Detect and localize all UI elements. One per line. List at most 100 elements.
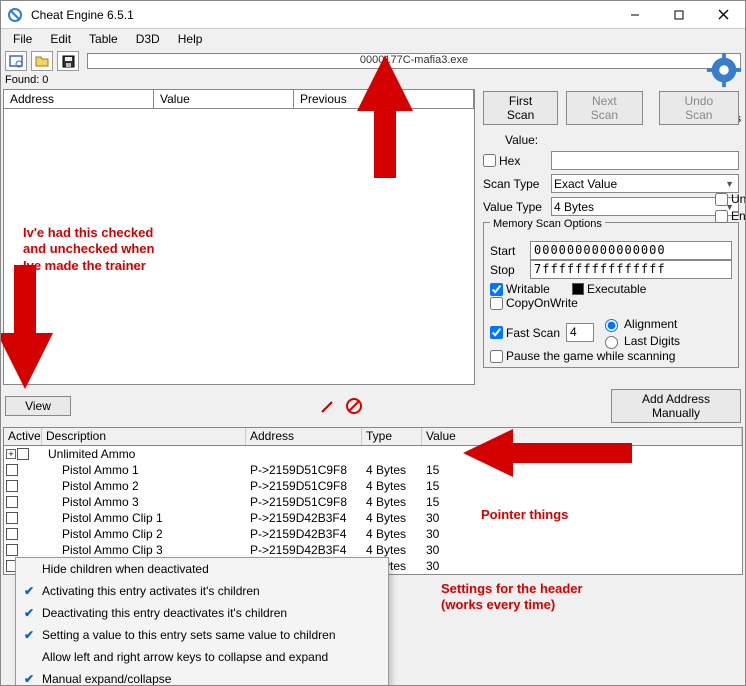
arrow-up-icon: [357, 55, 413, 111]
maximize-button[interactable]: [657, 1, 701, 29]
next-scan-button[interactable]: Next Scan: [566, 91, 642, 125]
copyonwrite-checkbox[interactable]: CopyOnWrite: [490, 296, 578, 310]
add-address-manually-button[interactable]: Add Address Manually: [611, 389, 741, 423]
context-menu-label: Manual expand/collapse: [42, 672, 388, 686]
menu-d3d[interactable]: D3D: [128, 31, 168, 47]
active-checkbox[interactable]: [6, 496, 18, 508]
mid-area: Address Value Previous First Scan Next S…: [1, 87, 745, 387]
check-icon: ✔: [16, 606, 42, 620]
titlebar: Cheat Engine 6.5.1: [1, 1, 745, 29]
lastdigits-radio[interactable]: Last Digits: [600, 333, 680, 349]
context-menu-item[interactable]: ✔Activating this entry activates it's ch…: [16, 580, 388, 602]
hex-checkbox[interactable]: Hex: [483, 154, 547, 168]
menu-table[interactable]: Table: [81, 31, 126, 47]
scan-options-pane: First Scan Next Scan Undo Scan Value: He…: [477, 87, 745, 387]
cth-desc[interactable]: Description: [42, 428, 246, 445]
scan-type-select[interactable]: Exact Value▼: [551, 174, 739, 193]
title-text: Cheat Engine 6.5.1: [29, 8, 613, 22]
cell-description: Pistol Ammo 3: [42, 495, 246, 509]
arrow-left-icon: [463, 429, 513, 477]
check-icon: ✔: [16, 672, 42, 686]
context-menu-item[interactable]: ✔Setting a value to this entry sets same…: [16, 624, 388, 646]
auto-assemble-icon[interactable]: [318, 396, 338, 416]
active-checkbox[interactable]: [6, 480, 18, 492]
no-access-icon[interactable]: [344, 396, 364, 416]
undo-scan-button[interactable]: Undo Scan: [659, 91, 739, 125]
fastscan-checkbox[interactable]: Fast Scan: [490, 326, 560, 340]
context-menu-item[interactable]: ✔Deactivating this entry deactivates it'…: [16, 602, 388, 624]
table-row[interactable]: Pistol Ammo Clip 2P->2159D42B3F44 Bytes3…: [4, 526, 742, 542]
arrow-down-icon: [0, 333, 53, 389]
menu-file[interactable]: File: [5, 31, 40, 47]
table-row[interactable]: Pistol Ammo 3P->2159D51C9F84 Bytes15: [4, 494, 742, 510]
value-type-select[interactable]: 4 Bytes▼: [551, 197, 739, 216]
context-menu-label: Setting a value to this entry sets same …: [42, 628, 388, 642]
speedhack-checkbox[interactable]: Enable Speedhack: [715, 209, 746, 223]
context-menu-item[interactable]: ✔Manual expand/collapse: [16, 668, 388, 686]
fastscan-value-input[interactable]: 4: [566, 323, 594, 342]
active-checkbox[interactable]: [6, 528, 18, 540]
open-file-button[interactable]: [31, 51, 53, 71]
unrandomizer-checkbox[interactable]: Unrandomizer: [715, 192, 746, 206]
cell-value: 30: [422, 527, 482, 541]
context-menu-label: Activating this entry activates it's chi…: [42, 584, 388, 598]
results-body[interactable]: [3, 109, 475, 385]
bottom-bar: View Add Address Manually: [1, 387, 745, 425]
cell-address: P->2159D42B3F4: [246, 543, 362, 557]
context-menu-label: Allow left and right arrow keys to colla…: [42, 650, 388, 664]
cheat-table-body[interactable]: + Unlimited AmmoPistol Ammo 1P->2159D51C9…: [4, 446, 742, 574]
cell-description: Pistol Ammo 2: [42, 479, 246, 493]
cell-description: Pistol Ammo Clip 2: [42, 527, 246, 541]
active-checkbox[interactable]: [6, 512, 18, 524]
close-button[interactable]: [701, 1, 745, 29]
active-checkbox[interactable]: [6, 544, 18, 556]
cell-value: 30: [422, 511, 482, 525]
app-window: Cheat Engine 6.5.1 File Edit Table D3D H…: [0, 0, 746, 686]
cth-addr[interactable]: Address: [246, 428, 362, 445]
cell-description: Unlimited Ammo: [42, 447, 246, 461]
alignment-radio[interactable]: Alignment: [600, 316, 680, 332]
writable-checkbox[interactable]: Writable: [490, 282, 554, 296]
cell-value: 30: [422, 543, 482, 557]
cell-value: 30: [422, 559, 482, 573]
menu-edit[interactable]: Edit: [42, 31, 79, 47]
table-row[interactable]: Pistol Ammo 1P->2159D51C9F84 Bytes15: [4, 462, 742, 478]
cell-type: 4 Bytes: [362, 543, 422, 557]
executable-checkbox[interactable]: Executable: [572, 282, 646, 296]
memory-scan-options: Memory Scan Options Start 00000000000000…: [483, 222, 739, 368]
value-input[interactable]: [551, 151, 739, 170]
cth-active[interactable]: Active: [4, 428, 42, 445]
app-icon: [5, 5, 25, 25]
context-menu-item[interactable]: Hide children when deactivated: [16, 558, 388, 580]
start-address-input[interactable]: 0000000000000000: [530, 241, 732, 260]
cell-type: 4 Bytes: [362, 511, 422, 525]
cell-description: Pistol Ammo Clip 3: [42, 543, 246, 557]
stop-address-input[interactable]: 7fffffffffffffff: [530, 260, 732, 279]
context-menu-item[interactable]: Allow left and right arrow keys to colla…: [16, 646, 388, 668]
table-row[interactable]: Pistol Ammo 2P->2159D51C9F84 Bytes15: [4, 478, 742, 494]
cheat-table: Active Description Address Type Value +U…: [3, 427, 743, 575]
context-menu[interactable]: Hide children when deactivated✔Activatin…: [15, 557, 389, 686]
save-button[interactable]: [57, 51, 79, 71]
first-scan-button[interactable]: First Scan: [483, 91, 558, 125]
cell-address: P->2159D51C9F8: [246, 463, 362, 477]
col-value[interactable]: Value: [154, 90, 294, 108]
table-row[interactable]: Pistol Ammo Clip 3P->2159D42B3F44 Bytes3…: [4, 542, 742, 558]
active-checkbox[interactable]: [6, 464, 18, 476]
active-checkbox[interactable]: [17, 448, 29, 460]
expand-icon[interactable]: +: [6, 449, 16, 459]
open-process-button[interactable]: [5, 51, 27, 71]
memory-view-button[interactable]: View: [5, 396, 71, 416]
col-address[interactable]: Address: [4, 90, 154, 108]
value-label: Value:: [505, 133, 569, 147]
cell-address: P->2159D51C9F8: [246, 495, 362, 509]
settings-gear-icon[interactable]: [705, 51, 743, 89]
cell-address: P->2159D42B3F4: [246, 511, 362, 525]
cth-type[interactable]: Type: [362, 428, 422, 445]
pause-game-checkbox[interactable]: Pause the game while scanning: [490, 349, 675, 363]
cell-address: P->2159D42B3F4: [246, 527, 362, 541]
cell-type: 4 Bytes: [362, 495, 422, 509]
menu-help[interactable]: Help: [170, 31, 211, 47]
table-row[interactable]: Pistol Ammo Clip 1P->2159D42B3F44 Bytes3…: [4, 510, 742, 526]
minimize-button[interactable]: [613, 1, 657, 29]
